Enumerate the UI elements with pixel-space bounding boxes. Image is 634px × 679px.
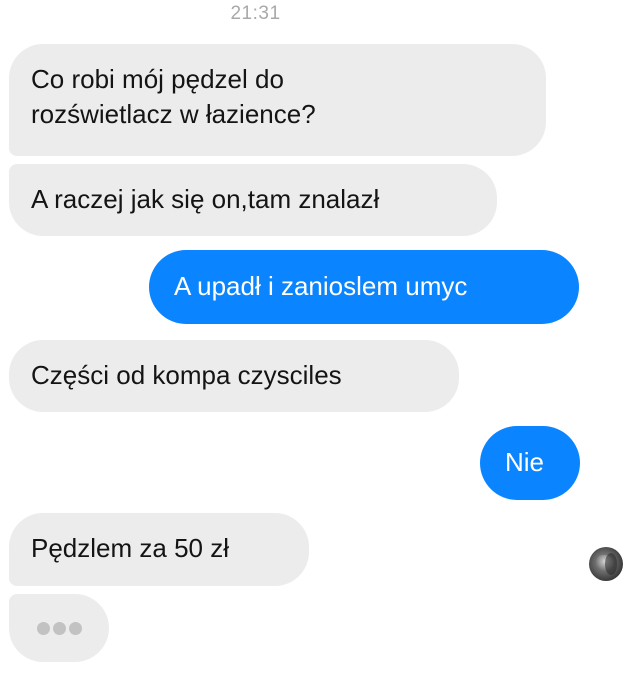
message-text: Nie [505, 447, 545, 477]
incoming-message-bubble[interactable]: A raczej jak się on,tam znalazł [9, 164, 497, 236]
message-timestamp: 21:31 [230, 3, 281, 24]
user-avatar-icon[interactable] [589, 547, 623, 581]
typing-indicator [9, 594, 109, 662]
incoming-message-bubble[interactable]: Części od kompa czysciles [9, 340, 459, 412]
outgoing-message-bubble[interactable]: Nie [480, 426, 580, 500]
message-text-line: rozświetlacz w łazience? [31, 99, 316, 129]
message-text: A upadł i zanioslem umyc [174, 271, 468, 301]
message-text: Części od kompa czysciles [31, 360, 342, 390]
incoming-message-bubble[interactable]: Pędzlem za 50 zł [9, 513, 309, 586]
outgoing-message-bubble[interactable]: A upadł i zanioslem umyc [149, 250, 579, 324]
message-text: Pędzlem za 50 zł [31, 533, 229, 563]
typing-dot [53, 622, 66, 635]
typing-dot [69, 622, 82, 635]
message-text-line: Co robi mój pędzel do [31, 64, 284, 94]
message-text: A raczej jak się on,tam znalazł [31, 184, 380, 214]
incoming-message-bubble[interactable]: Co robi mój pędzel do rozświetlacz w łaz… [9, 44, 546, 156]
typing-dot [37, 622, 50, 635]
